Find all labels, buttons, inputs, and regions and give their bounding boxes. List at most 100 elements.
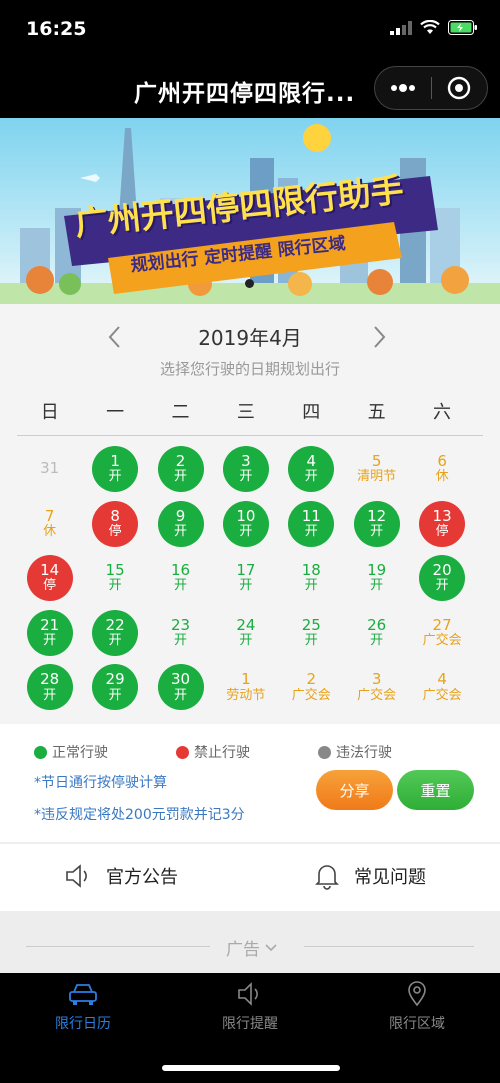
calendar-day[interactable]: 16 开 <box>158 555 204 601</box>
calendar-day[interactable]: 14 停 <box>26 555 73 602</box>
day-number: 7 <box>44 506 55 525</box>
speaker-icon <box>66 864 87 888</box>
calendar-day[interactable]: 4开 <box>288 446 335 492</box>
day-status: 开 <box>304 523 318 539</box>
status-time: 16:25 <box>26 18 87 40</box>
day-status: 开 <box>370 632 384 648</box>
day-number: 1 <box>241 670 251 689</box>
wifi-icon <box>420 20 440 34</box>
calendar-day[interactable]: 26 开 <box>354 610 400 656</box>
calendar-day[interactable]: 30 开 <box>157 664 204 711</box>
prev-month-button[interactable] <box>102 322 128 352</box>
next-month-button[interactable] <box>366 322 392 352</box>
ad-divider-right <box>304 946 474 947</box>
weekday-label: 三 <box>236 402 255 423</box>
calendar-day[interactable]: 27 广交会 <box>410 610 474 656</box>
day-status: 广交会 <box>357 687 397 703</box>
car-icon <box>69 984 97 1005</box>
calendar-day[interactable]: 2 广交会 <box>279 664 343 710</box>
day-number: 22 <box>105 615 125 634</box>
calendar-day[interactable]: 23 开 <box>158 610 204 656</box>
calendar-day[interactable]: 18 开 <box>288 555 334 601</box>
tab-area[interactable]: 限行区域 <box>357 981 477 1033</box>
calendar-day[interactable]: 24 开 <box>223 610 269 656</box>
banner-carousel[interactable]: 广州开四停四限行助手 规划出行 定时提醒 限行区域 <box>0 118 500 304</box>
legend-normal: 正常行驶 <box>34 742 108 762</box>
calendar-day[interactable]: 11 开 <box>288 500 335 547</box>
announcement-link[interactable]: 官方公告 <box>64 862 178 890</box>
calendar-day[interactable]: 4 广交会 <box>410 664 474 710</box>
gray-dot-icon <box>318 745 331 759</box>
day-status: 广交会 <box>291 687 331 703</box>
day-status: 开 <box>173 687 187 703</box>
faq-link[interactable]: 常见问题 <box>314 862 426 890</box>
day-status: 劳动节 <box>226 687 266 703</box>
weekday-label: 四 <box>302 402 321 423</box>
weekday-label: 二 <box>171 402 190 423</box>
calendar-day[interactable]: 1 劳动节 <box>214 664 278 710</box>
calendar-day[interactable]: 9开 <box>157 500 204 547</box>
calendar-day[interactable]: 8停 <box>92 500 139 547</box>
day-status: 开 <box>108 469 122 485</box>
day-number: 12 <box>367 506 387 525</box>
day-status: 开 <box>108 578 122 594</box>
weekday-label: 六 <box>433 402 452 423</box>
weekday-header: 日 一 二 三 四 五 六 <box>17 398 483 424</box>
day-number: 3 <box>241 451 251 470</box>
day-number: 29 <box>105 670 125 689</box>
close-program-button[interactable] <box>432 67 488 109</box>
chevron-down-icon <box>265 943 277 951</box>
calendar-day[interactable]: 15 开 <box>92 555 138 601</box>
day-status: 广交会 <box>422 632 462 648</box>
calendar-day[interactable]: 13 停 <box>419 500 466 547</box>
tab-area-label: 限行区域 <box>389 1016 445 1032</box>
speaker-icon <box>238 982 258 1006</box>
calendar-day[interactable]: 28 开 <box>26 664 73 711</box>
more-dots-icon <box>390 84 415 92</box>
day-status: 开 <box>370 578 384 594</box>
calendar-day[interactable]: 3 广交会 <box>345 664 409 710</box>
ad-toggle[interactable]: 广告 <box>226 935 278 960</box>
calendar-day[interactable]: 10 开 <box>222 500 269 547</box>
calendar-day[interactable]: 1开 <box>92 446 139 492</box>
day-status: 清明节 <box>357 469 397 485</box>
calendar-day[interactable]: 6休 <box>419 446 465 492</box>
reset-button[interactable]: 重置 <box>397 770 474 810</box>
status-bar: 16:25 <box>0 0 500 60</box>
calendar-day[interactable]: 12 开 <box>353 500 400 547</box>
calendar-day[interactable]: 25 开 <box>288 610 334 656</box>
day-status: 广交会 <box>422 687 462 703</box>
more-button[interactable] <box>375 67 431 109</box>
calendar-day[interactable]: 17 开 <box>223 555 269 601</box>
day-status: 开 <box>304 469 318 485</box>
calendar-day[interactable]: 22 开 <box>92 609 139 656</box>
legend-section: 正常行驶 禁止行驶 违法行驶 *节日通行按停驶计算 *违反规定将处200元罚款并… <box>0 724 500 842</box>
day-status: 开 <box>239 469 253 485</box>
tab-reminder-label: 限行提醒 <box>222 1016 278 1032</box>
day-status: 开 <box>43 632 57 648</box>
tab-reminder[interactable]: 限行提醒 <box>190 981 310 1033</box>
day-number: 31 <box>40 459 60 478</box>
calendar-day[interactable]: 31 <box>27 446 73 492</box>
day-number: 8 <box>110 506 120 525</box>
note-penalty: *违反规定将处200元罚款并记3分 <box>34 807 245 823</box>
day-number: 20 <box>432 561 452 580</box>
calendar-day[interactable]: 20 开 <box>419 555 466 602</box>
calendar-day[interactable]: 2开 <box>157 446 204 492</box>
calendar-day[interactable]: 3开 <box>222 446 269 492</box>
weekday-label: 五 <box>367 402 386 423</box>
tab-calendar[interactable]: 限行日历 <box>23 981 143 1033</box>
day-number: 11 <box>301 506 321 525</box>
day-status: 停 <box>435 523 449 539</box>
share-button[interactable]: 分享 <box>316 770 393 810</box>
carousel-indicator <box>245 279 254 288</box>
calendar-day[interactable]: 21 开 <box>26 609 73 656</box>
calendar-day[interactable]: 19 开 <box>354 555 400 601</box>
calendar-day[interactable]: 29 开 <box>92 664 139 711</box>
day-status: 开 <box>435 578 449 594</box>
day-status: 开 <box>304 578 318 594</box>
day-status: 开 <box>239 523 253 539</box>
calendar-day[interactable]: 7休 <box>27 501 73 547</box>
legend-illegal-label: 违法行驶 <box>336 745 392 761</box>
calendar-day[interactable]: 5 清明节 <box>345 446 409 492</box>
